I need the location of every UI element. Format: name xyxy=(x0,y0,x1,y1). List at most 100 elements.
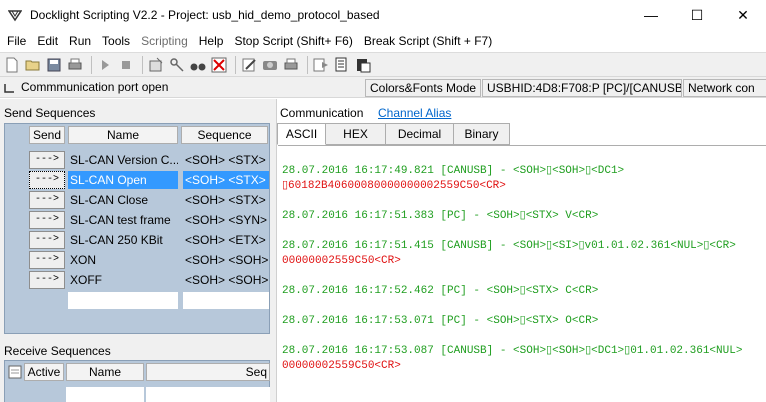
sequences-panel: Send Sequences Send Name Sequence ---> S… xyxy=(0,99,277,402)
window-title: Docklight Scripting V2.2 - Project: usb_… xyxy=(30,8,380,22)
log-line: ▯60182B40600080000000002559C50<CR> xyxy=(282,180,506,192)
menu-help[interactable]: Help xyxy=(192,34,228,48)
communication-panel: Communication Channel Alias ASCII HEX De… xyxy=(277,99,766,402)
close-button[interactable]: ✕ xyxy=(720,0,766,30)
send-button[interactable]: ---> xyxy=(29,151,65,169)
send-button[interactable]: ---> xyxy=(29,171,65,189)
paste-icon[interactable] xyxy=(354,56,372,74)
menu-edit[interactable]: Edit xyxy=(30,34,62,48)
sequence-name[interactable]: XOFF xyxy=(68,271,178,289)
close-icon: ✕ xyxy=(737,6,749,23)
log-line: 00000002559C50<CR> xyxy=(282,360,401,372)
log-line: 28.07.2016 16:17:53.087 [CANUSB] - <SOH>… xyxy=(282,345,743,357)
send-column-header[interactable]: Send xyxy=(29,126,65,144)
minimize-button[interactable]: — xyxy=(628,0,674,30)
sequence-column-header[interactable]: Sequence xyxy=(181,126,268,144)
maximize-icon: ☐ xyxy=(690,6,704,23)
colors-fonts-mode[interactable]: Colors&Fonts Mode xyxy=(365,79,481,97)
tab-binary[interactable]: Binary xyxy=(454,123,510,145)
log-line: 28.07.2016 16:17:51.415 [CANUSB] - <SOH>… xyxy=(282,240,736,252)
send-button[interactable]: ---> xyxy=(29,231,65,249)
toolbar-separator xyxy=(142,55,143,74)
device-status: USBHID:4D8:F708:P [PC]/[CANUSB] xyxy=(482,79,682,97)
active-column-header[interactable]: Active xyxy=(24,363,64,381)
print-log-icon[interactable] xyxy=(282,56,300,74)
receive-grid-icon xyxy=(8,365,22,379)
sequence-value[interactable]: <SOH> <STX> xyxy=(183,191,269,209)
menu-tools[interactable]: Tools xyxy=(95,34,134,48)
edit-icon[interactable] xyxy=(240,56,258,74)
sequence-name[interactable]: SL-CAN Version C... xyxy=(68,151,178,169)
record-icon[interactable] xyxy=(261,56,279,74)
port-status-text: Commmunication port open xyxy=(21,80,169,94)
sequence-value[interactable]: <SOH> <STX> xyxy=(183,171,269,189)
sequence-name[interactable]: SL-CAN test frame xyxy=(68,211,178,229)
toolbar-separator xyxy=(307,55,308,74)
log-line: 28.07.2016 16:17:53.071 [PC] - <SOH>▯<ST… xyxy=(282,315,599,327)
receive-name-cell[interactable] xyxy=(66,387,144,402)
tab-hex[interactable]: HEX xyxy=(326,123,386,145)
tab-ascii[interactable]: ASCII xyxy=(277,123,326,145)
send-button[interactable]: ---> xyxy=(29,191,65,209)
display-mode-tabs: ASCII HEX Decimal Binary xyxy=(277,123,510,145)
run-script-icon[interactable] xyxy=(312,56,330,74)
menu-run[interactable]: Run xyxy=(62,34,95,48)
title-bar: Docklight Scripting V2.2 - Project: usb_… xyxy=(0,0,766,30)
save-icon[interactable] xyxy=(45,56,63,74)
send-sequences-grid: Send Name Sequence ---> SL-CAN Version C… xyxy=(4,123,270,334)
status-bar: Commmunication port open Colors&Fonts Mo… xyxy=(0,76,766,98)
port-status: Commmunication port open xyxy=(3,79,364,97)
menu-break-script[interactable]: Break Script (Shift + F7) xyxy=(357,34,496,48)
sequence-name[interactable]: SL-CAN Open xyxy=(68,171,178,189)
receive-sequence-cell[interactable] xyxy=(146,387,270,402)
menu-scripting[interactable]: Scripting xyxy=(134,34,192,48)
send-button[interactable]: ---> xyxy=(29,211,65,229)
receive-sequences-title: Receive Sequences xyxy=(4,344,111,358)
receive-name-column-header[interactable]: Name xyxy=(66,363,144,381)
open-folder-icon[interactable] xyxy=(24,56,42,74)
sequence-name[interactable]: XON xyxy=(68,251,178,269)
menu-file[interactable]: File xyxy=(0,34,30,48)
new-file-icon[interactable] xyxy=(3,56,21,74)
sequence-value[interactable]: <SOH> <ETX> xyxy=(183,231,269,249)
tab-decimal[interactable]: Decimal xyxy=(386,123,454,145)
send-button[interactable]: ---> xyxy=(29,271,65,289)
sequence-value[interactable]: <SOH> <STX> xyxy=(183,151,269,169)
print-icon[interactable] xyxy=(66,56,84,74)
receive-sequences-grid: Active Name Seq xyxy=(4,360,270,402)
new-sequence-value-cell[interactable] xyxy=(183,292,269,309)
doc-icon[interactable] xyxy=(333,56,351,74)
receive-sequence-column-header[interactable]: Seq xyxy=(146,363,270,381)
toolbar-separator xyxy=(91,55,92,74)
network-status: Network con xyxy=(683,79,766,97)
sequence-value[interactable]: <SOH> <SOH> xyxy=(183,251,269,269)
minimize-icon: — xyxy=(644,7,658,23)
send-button[interactable]: ---> xyxy=(29,251,65,269)
maximize-button[interactable]: ☐ xyxy=(674,0,720,30)
log-line: 28.07.2016 16:17:49.821 [CANUSB] - <SOH>… xyxy=(282,165,625,177)
communication-title: Communication xyxy=(280,106,364,120)
sequence-name[interactable]: SL-CAN Close xyxy=(68,191,178,209)
keys-icon[interactable] xyxy=(168,56,186,74)
name-column-header[interactable]: Name xyxy=(68,126,178,144)
communication-log[interactable]: 28.07.2016 16:17:49.821 [CANUSB] - <SOH>… xyxy=(278,145,766,402)
clear-icon[interactable] xyxy=(210,56,228,74)
sequence-value[interactable]: <SOH> <SYN> xyxy=(183,211,269,229)
sequence-name[interactable]: SL-CAN 250 KBit xyxy=(68,231,178,249)
stop-icon[interactable] xyxy=(117,56,135,74)
new-sequence-name-cell[interactable] xyxy=(68,292,178,309)
run-icon[interactable] xyxy=(96,56,114,74)
sequence-value[interactable]: <SOH> <SOH> xyxy=(183,271,269,289)
channel-alias-link[interactable]: Channel Alias xyxy=(378,106,451,120)
toolbar xyxy=(0,52,766,76)
port-indicator-icon xyxy=(3,82,15,94)
app-logo-icon xyxy=(7,7,23,23)
toolbar-separator xyxy=(235,55,236,74)
settings-icon[interactable] xyxy=(147,56,165,74)
menu-stop-script[interactable]: Stop Script (Shift+ F6) xyxy=(227,34,356,48)
menu-bar: File Edit Run Tools Scripting Help Stop … xyxy=(0,30,766,51)
binoculars-icon[interactable] xyxy=(189,56,207,74)
log-line: 28.07.2016 16:17:51.383 [PC] - <SOH>▯<ST… xyxy=(282,210,599,222)
send-sequences-title: Send Sequences xyxy=(4,106,96,120)
log-line: 28.07.2016 16:17:52.462 [PC] - <SOH>▯<ST… xyxy=(282,285,599,297)
